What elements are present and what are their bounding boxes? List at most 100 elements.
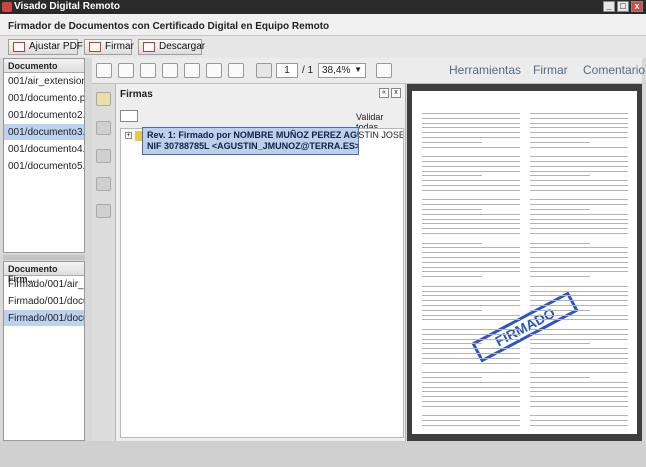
collapse-icon[interactable]: « xyxy=(379,88,389,98)
prev-page-icon[interactable] xyxy=(256,63,272,78)
text-line xyxy=(422,305,520,306)
text-line xyxy=(422,348,520,350)
open-icon[interactable] xyxy=(96,63,112,78)
text-line xyxy=(422,141,482,143)
pages-icon[interactable] xyxy=(96,121,111,135)
text-line xyxy=(422,127,520,129)
document-list-item[interactable]: 001/air_extensions.p xyxy=(4,73,84,90)
app-icon xyxy=(2,2,12,12)
print-icon[interactable] xyxy=(206,63,222,78)
text-line xyxy=(530,213,628,215)
create-pdf-icon[interactable] xyxy=(118,63,134,78)
sign-button[interactable]: Firmar xyxy=(84,39,134,55)
text-line xyxy=(422,329,520,330)
signed-panel: Documento Firm... Firmado/001/air_extFir… xyxy=(3,261,85,441)
attachment-icon[interactable] xyxy=(96,149,111,163)
pdf-icon xyxy=(13,42,25,52)
download-button[interactable]: Descargar xyxy=(138,39,205,55)
text-line xyxy=(530,415,628,417)
pdf-page: FIRMADO xyxy=(412,91,637,434)
text-line xyxy=(422,266,520,268)
signed-header: Documento Firm... xyxy=(4,262,84,284)
document-view[interactable]: FIRMADO xyxy=(407,84,642,441)
text-line xyxy=(422,285,520,287)
text-line xyxy=(530,247,628,249)
minimize-button[interactable]: _ xyxy=(603,1,615,12)
comment-menu[interactable]: Comentario xyxy=(583,63,645,77)
panel-divider[interactable] xyxy=(3,255,85,260)
email-icon[interactable] xyxy=(228,63,244,78)
document-list-item[interactable]: 001/documento3.pd xyxy=(4,124,84,141)
text-line xyxy=(530,396,628,398)
document-list-item[interactable]: 001/documento2.pd xyxy=(4,107,84,124)
sign-icon xyxy=(89,42,101,52)
text-line xyxy=(422,185,520,186)
tools-menu[interactable]: Herramientas xyxy=(449,63,521,77)
upload-icon[interactable] xyxy=(162,63,178,78)
text-line xyxy=(530,305,628,306)
text-line xyxy=(530,314,628,316)
expand-icon[interactable]: + xyxy=(125,132,132,139)
text-line xyxy=(530,357,628,359)
text-line xyxy=(530,285,628,287)
text-line xyxy=(422,353,520,354)
signatures-icon[interactable] xyxy=(96,92,111,106)
chevron-down-icon: ▼ xyxy=(354,65,362,74)
text-line xyxy=(422,252,520,254)
document-list-item[interactable]: 001/documento.pdf xyxy=(4,90,84,107)
text-line xyxy=(530,329,628,330)
text-line xyxy=(530,309,590,311)
text-line xyxy=(422,247,520,249)
text-line xyxy=(530,271,628,273)
text-line xyxy=(530,300,628,302)
page-input[interactable]: 1 xyxy=(276,63,298,78)
text-line xyxy=(422,295,520,297)
text-line xyxy=(422,343,482,345)
fit-icon[interactable] xyxy=(376,63,392,78)
text-line xyxy=(530,266,628,268)
binoculars-icon[interactable] xyxy=(96,177,111,191)
text-line xyxy=(422,146,520,148)
document-list-item[interactable]: 001/documento4.pd xyxy=(4,141,84,158)
text-line xyxy=(530,180,628,182)
signed-list-item[interactable]: Firmado/001/docum xyxy=(4,310,84,327)
edit-icon[interactable] xyxy=(140,63,156,78)
signed-list: Firmado/001/air_extFirmado/001/documFirm… xyxy=(4,276,84,327)
text-line xyxy=(530,242,590,244)
text-line xyxy=(530,117,628,119)
text-line xyxy=(422,175,482,177)
zoom-select[interactable]: 38,4% ▼ xyxy=(318,63,366,78)
title-bar: Visado Digital Remoto _ □ x xyxy=(0,0,646,14)
text-line xyxy=(530,257,628,258)
text-line xyxy=(422,132,520,134)
text-line xyxy=(422,233,520,234)
text-line xyxy=(530,175,590,177)
text-line xyxy=(422,333,520,335)
documents-list: 001/air_extensions.p001/documento.pdf001… xyxy=(4,73,84,175)
text-line xyxy=(530,223,628,225)
text-line xyxy=(422,276,482,278)
text-line xyxy=(422,122,520,124)
save-icon[interactable] xyxy=(184,63,200,78)
text-line xyxy=(530,122,628,124)
text-line xyxy=(530,391,628,393)
close-button[interactable]: x xyxy=(631,1,643,12)
signed-list-item[interactable]: Firmado/001/docum xyxy=(4,293,84,310)
text-line xyxy=(422,213,520,215)
maximize-button[interactable]: □ xyxy=(617,1,629,12)
signed-list-item[interactable]: Firmado/001/air_ext xyxy=(4,276,84,293)
sign-tool-icon[interactable] xyxy=(96,204,111,218)
text-line xyxy=(530,348,628,350)
adjust-pdf-button[interactable]: Ajustar PDF xyxy=(8,39,83,55)
text-line xyxy=(530,401,628,402)
text-line xyxy=(422,209,482,210)
close-panel-icon[interactable]: x xyxy=(391,88,401,98)
options-icon[interactable] xyxy=(120,110,138,122)
text-line xyxy=(530,338,628,340)
document-list-item[interactable]: 001/documento5.pd xyxy=(4,158,84,175)
text-line xyxy=(530,165,628,167)
sign-menu[interactable]: Firmar xyxy=(533,63,568,77)
text-line xyxy=(530,290,628,292)
text-line xyxy=(530,233,628,234)
page-total: / 1 xyxy=(302,65,314,76)
